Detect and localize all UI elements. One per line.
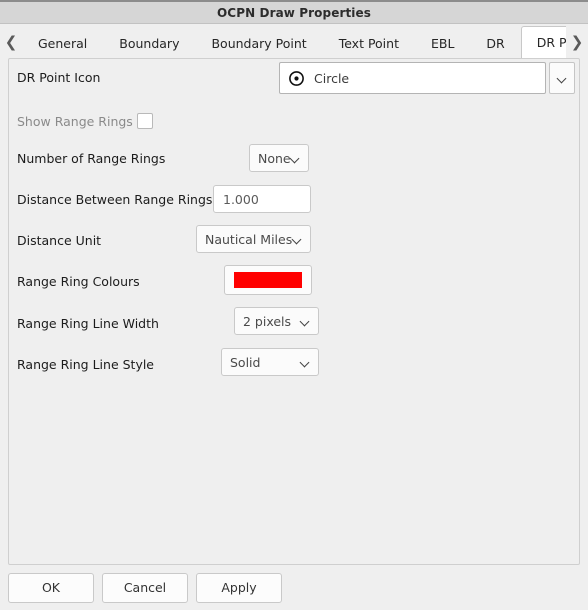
range-ring-line-style-label: Range Ring Line Style: [17, 356, 154, 372]
chevron-right-icon[interactable]: ❯: [566, 26, 588, 58]
number-of-range-rings-value: None: [258, 150, 291, 166]
circle-dot-icon: [288, 70, 305, 87]
show-range-rings-checkbox[interactable]: [137, 113, 153, 129]
distance-unit-label: Distance Unit: [17, 232, 102, 248]
range-ring-line-width-dropdown[interactable]: 2 pixels: [234, 307, 319, 335]
tab-text-point[interactable]: Text Point: [323, 27, 415, 58]
tab-label: DR: [486, 35, 505, 51]
tab-label: Boundary Point: [211, 35, 307, 51]
range-ring-line-style-value: Solid: [230, 354, 261, 370]
number-of-range-rings-dropdown[interactable]: None: [249, 144, 309, 172]
tab-label: Boundary: [119, 35, 180, 51]
chevron-down-icon: [291, 154, 300, 163]
chevron-down-icon: [293, 235, 302, 244]
dr-point-icon-label: DR Point Icon: [17, 69, 101, 85]
range-ring-colours-button[interactable]: [224, 265, 312, 295]
range-ring-colours-label: Range Ring Colours: [17, 273, 140, 289]
dr-point-icon-combo-field[interactable]: Circle: [279, 62, 546, 94]
tab-ebl[interactable]: EBL: [415, 27, 470, 58]
tab-label: DR Point: [536, 35, 566, 50]
tab-dr[interactable]: DR: [470, 27, 520, 58]
tab-boundary-point[interactable]: Boundary Point: [195, 27, 322, 58]
chevron-down-icon: [301, 358, 310, 367]
dr-point-icon-combo[interactable]: Circle: [279, 62, 575, 94]
ok-button[interactable]: OK: [8, 572, 94, 603]
range-ring-line-style-dropdown[interactable]: Solid: [221, 348, 319, 376]
distance-unit-dropdown[interactable]: Nautical Miles: [196, 225, 311, 253]
tab-boundary[interactable]: Boundary: [103, 27, 195, 58]
dialog-window: OCPN Draw Properties ❮ General Boundary …: [0, 0, 588, 610]
title-bar: OCPN Draw Properties: [0, 0, 588, 24]
distance-between-range-rings-input[interactable]: 1.000: [213, 185, 311, 213]
window-title: OCPN Draw Properties: [217, 5, 371, 20]
apply-button[interactable]: Apply: [196, 572, 282, 603]
range-ring-line-width-value: 2 pixels: [243, 313, 292, 329]
show-range-rings-label: Show Range Rings: [17, 113, 133, 129]
dr-point-icon-dropdown-button[interactable]: [549, 62, 575, 94]
range-ring-line-width-label: Range Ring Line Width: [17, 315, 159, 331]
chevron-down-icon: [558, 74, 567, 83]
tab-bar: ❮ General Boundary Boundary Point Text P…: [0, 24, 588, 58]
distance-unit-value: Nautical Miles: [205, 231, 293, 247]
cancel-button[interactable]: Cancel: [102, 572, 188, 603]
tab-general[interactable]: General: [22, 27, 103, 58]
tab-label: General: [38, 35, 88, 51]
row-show-range-rings: Show Range Rings: [9, 106, 579, 136]
distance-between-range-rings-label: Distance Between Range Rings: [17, 191, 213, 207]
dr-point-icon-value: Circle: [314, 70, 350, 86]
distance-between-range-rings-value: 1.000: [223, 191, 259, 207]
tab-dr-point[interactable]: DR Point: [520, 26, 566, 58]
chevron-left-icon[interactable]: ❮: [0, 26, 22, 58]
tabs-strip: General Boundary Boundary Point Text Poi…: [22, 24, 566, 58]
dr-point-settings-panel: DR Point Icon Circle Show Range Rings Nu…: [8, 58, 580, 565]
tab-label: Text Point: [338, 35, 399, 51]
chevron-down-icon: [301, 317, 310, 326]
dialog-button-bar: OK Cancel Apply: [0, 565, 588, 610]
number-of-range-rings-label: Number of Range Rings: [17, 150, 166, 166]
color-swatch: [234, 272, 302, 288]
tab-label: EBL: [430, 35, 455, 51]
